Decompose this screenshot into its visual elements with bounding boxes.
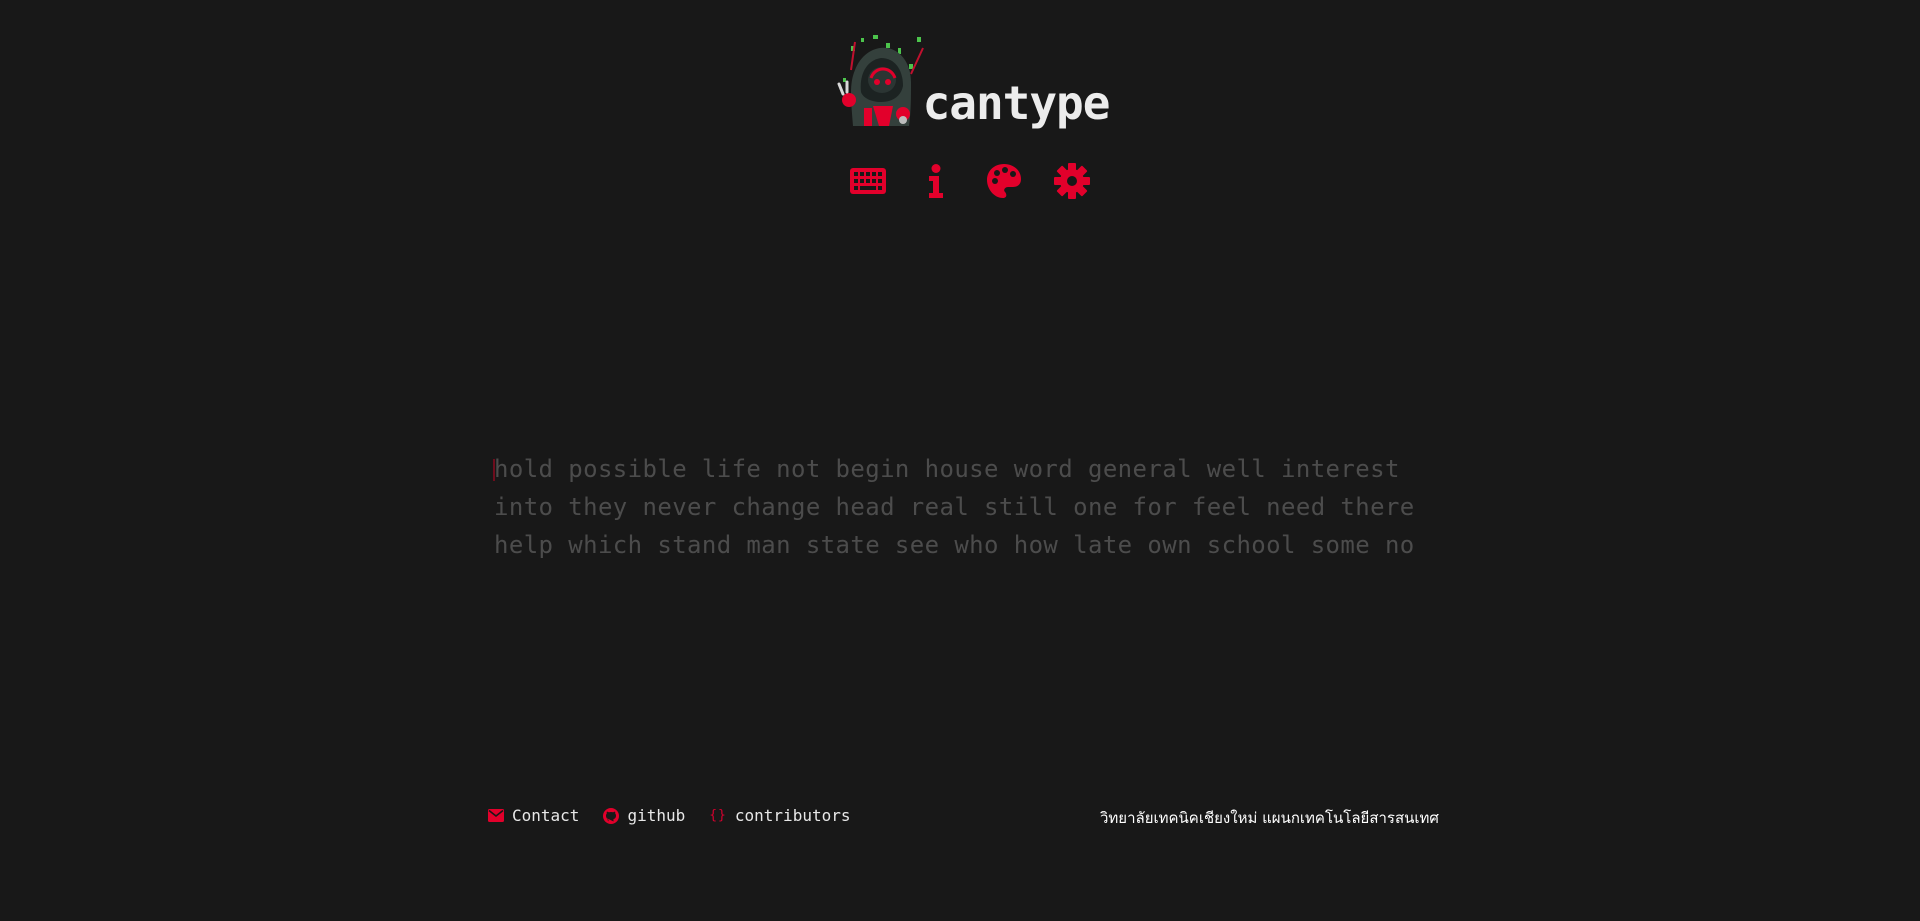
typing-words-area[interactable]: hold possible life not begin house word … (493, 450, 1414, 564)
contributors-link[interactable]: {} contributors (709, 806, 850, 825)
word-line-text: help which stand man state see who how l… (494, 531, 1415, 559)
nav-typing-test-button[interactable] (849, 162, 887, 200)
keyboard-icon (850, 168, 886, 194)
github-link-label: github (627, 806, 686, 825)
github-icon (603, 807, 620, 824)
typing-caret (493, 459, 495, 481)
header: cantype (0, 30, 1920, 200)
nav-about-button[interactable] (917, 162, 955, 200)
word-line-text: hold possible life not begin house word … (494, 455, 1400, 483)
info-icon (929, 164, 943, 198)
word-line-text: into they never change head real still o… (494, 493, 1415, 521)
github-link[interactable]: github (603, 806, 685, 825)
nav-settings-button[interactable] (1053, 162, 1091, 200)
app-root: cantype hold possible life not begin hou… (0, 0, 1920, 921)
palette-icon (987, 164, 1021, 198)
contact-link-label: Contact (512, 806, 580, 825)
envelope-icon (488, 809, 504, 822)
gear-icon (1054, 163, 1090, 199)
main-nav (849, 162, 1091, 200)
word-line: help which stand man state see who how l… (494, 526, 1414, 564)
mascot-hacker-icon (837, 35, 924, 126)
contributors-link-label: contributors (734, 806, 851, 825)
contact-link[interactable]: Contact (488, 806, 579, 825)
nav-theme-button[interactable] (985, 162, 1023, 200)
word-line: into they never change head real still o… (494, 488, 1414, 526)
brand[interactable]: cantype (831, 30, 1110, 130)
word-line: hold possible life not begin house word … (493, 450, 1399, 488)
brand-name: cantype (922, 76, 1111, 130)
footer-links: Contact github {} contributors (488, 806, 850, 825)
organization-text: วิทยาลัยเทคนิคเชียงใหม่ แผนกเทคโนโลยีสาร… (1100, 809, 1439, 827)
braces-icon: {} (709, 808, 727, 823)
